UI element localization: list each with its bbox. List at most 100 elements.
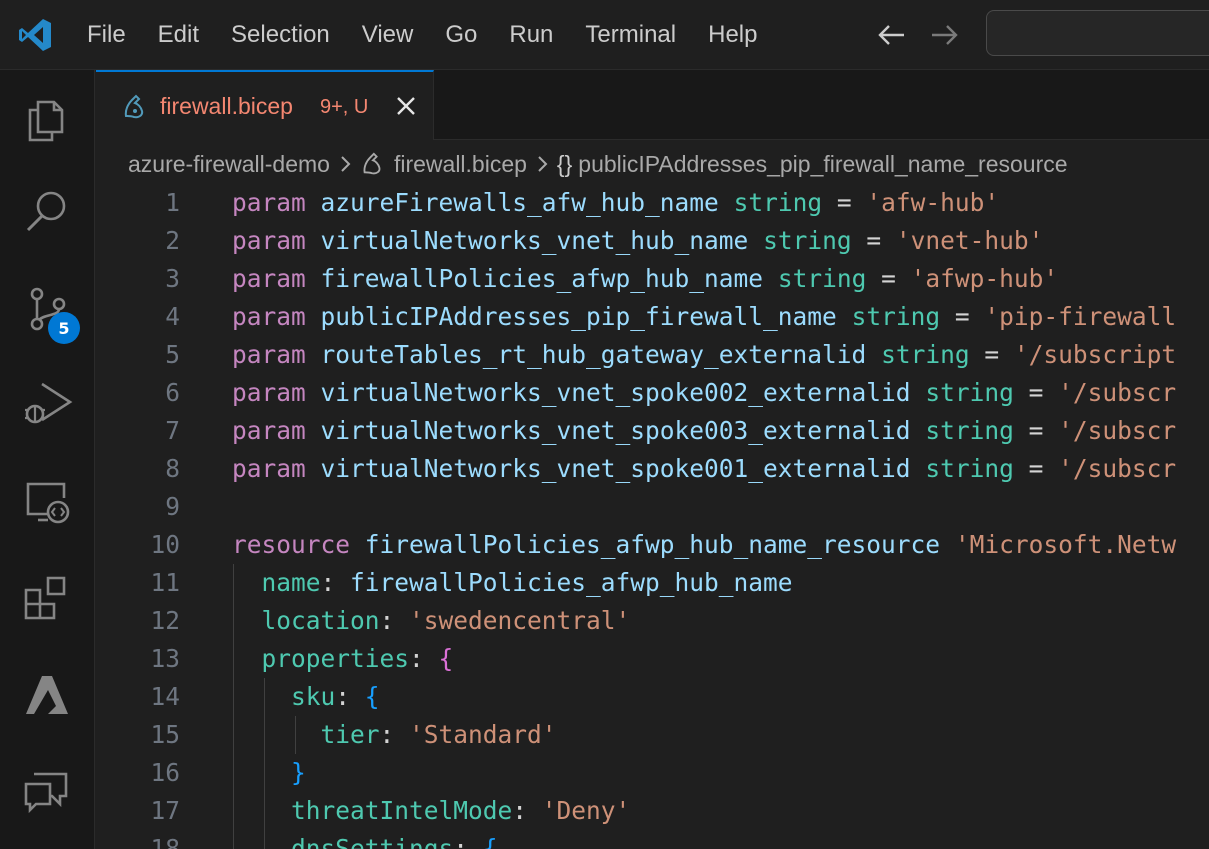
menu-help[interactable]: Help (692, 21, 773, 49)
files-icon[interactable] (20, 92, 74, 146)
code-token: : (320, 568, 351, 597)
code-line[interactable]: 3 param firewallPolicies_afwp_hub_name st… (96, 260, 1209, 298)
code-editor[interactable]: 1 param azureFirewalls_afw_hub_name strin… (96, 184, 1209, 849)
code-line[interactable]: 15 tier: 'Standard' (96, 716, 1209, 754)
code-token: virtualNetworks_vnet_spoke002_externalid (320, 378, 911, 407)
menu-view[interactable]: View (346, 21, 430, 49)
line-number: 9 (165, 492, 180, 521)
code-line[interactable]: 2 param virtualNetworks_vnet_hub_name str… (96, 222, 1209, 260)
breadcrumb-file[interactable]: firewall.bicep (394, 151, 527, 178)
command-center[interactable] (986, 10, 1209, 56)
line-number: 1 (165, 188, 180, 217)
code-text: param publicIPAddresses_pip_firewall_nam… (232, 298, 1176, 336)
code-token: { (364, 682, 380, 711)
code-line[interactable]: 6 param virtualNetworks_vnet_spoke002_ext… (96, 374, 1209, 412)
remote-explorer-icon[interactable] (20, 474, 74, 528)
menu-file[interactable]: File (71, 21, 142, 49)
code-line[interactable]: 11 name: firewallPolicies_afwp_hub_name (96, 564, 1209, 602)
bicep-file-icon (124, 94, 144, 119)
breadcrumb-folder[interactable]: azure-firewall-demo (128, 151, 330, 178)
code-line[interactable]: 9 (96, 488, 1209, 526)
line-number: 12 (150, 606, 180, 635)
code-token: = (866, 264, 911, 293)
code-token: param (232, 340, 306, 369)
code-token: azureFirewalls_afw_hub_name (320, 188, 719, 217)
code-token: firewallPolicies_afwp_hub_name (350, 568, 793, 597)
code-token: 'afw-hub' (866, 188, 1000, 217)
line-number: 11 (150, 568, 180, 597)
menu-selection[interactable]: Selection (215, 21, 346, 49)
azure-icon[interactable] (20, 668, 74, 722)
code-text: param firewallPolicies_afwp_hub_name str… (232, 260, 1058, 298)
line-number: 6 (165, 378, 180, 407)
code-token: string (733, 188, 823, 217)
code-line[interactable]: 1 param azureFirewalls_afw_hub_name strin… (96, 184, 1209, 222)
code-text: tier: 'Standard' (232, 716, 557, 754)
code-line[interactable]: 17 threatIntelMode: 'Deny' (96, 792, 1209, 830)
code-token: 'swedencentral' (409, 606, 631, 635)
chat-icon[interactable] (20, 764, 74, 818)
code-text: param routeTables_rt_hub_gateway_externa… (232, 336, 1176, 374)
code-token: param (232, 454, 306, 483)
code-line[interactable]: 14 sku: { (96, 678, 1209, 716)
code-token: virtualNetworks_vnet_spoke003_externalid (320, 416, 911, 445)
code-token: = (1013, 416, 1059, 445)
line-number: 7 (165, 416, 180, 445)
code-line[interactable]: 13 properties: { (96, 640, 1209, 678)
menu-go[interactable]: Go (429, 21, 493, 49)
code-token: properties (261, 644, 410, 673)
code-token: : (409, 644, 439, 673)
code-token: routeTables_rt_hub_gateway_externalid (320, 340, 867, 369)
arrow-right-icon[interactable] (926, 20, 962, 50)
code-line[interactable]: 5 param routeTables_rt_hub_gateway_extern… (96, 336, 1209, 374)
scm-badge: 5 (48, 312, 80, 344)
vscode-logo-icon[interactable] (16, 16, 54, 54)
line-number: 17 (150, 796, 180, 825)
extensions-icon[interactable] (20, 570, 74, 624)
line-number: 13 (150, 644, 180, 673)
run-debug-icon[interactable] (20, 376, 74, 430)
code-line[interactable]: 8 param virtualNetworks_vnet_spoke001_ext… (96, 450, 1209, 488)
code-token: string (763, 226, 852, 255)
code-token: name (261, 568, 321, 597)
code-token: string (881, 340, 970, 369)
chevron-right-icon (341, 156, 351, 172)
code-text: threatIntelMode: 'Deny' (232, 792, 630, 830)
code-token: param (232, 264, 306, 293)
menu-terminal[interactable]: Terminal (569, 21, 692, 49)
code-line[interactable]: 4 param publicIPAddresses_pip_firewall_na… (96, 298, 1209, 336)
code-token: } (291, 758, 306, 787)
search-icon[interactable] (20, 184, 74, 238)
line-number: 15 (150, 720, 180, 749)
code-line[interactable]: 18 dnsSettings: { (96, 830, 1209, 849)
line-number: 14 (150, 682, 180, 711)
code-line[interactable]: 12 location: 'swedencentral' (96, 602, 1209, 640)
code-text: location: 'swedencentral' (232, 602, 631, 640)
arrow-left-icon[interactable] (874, 20, 910, 50)
tab-firewall-bicep[interactable]: firewall.bicep 9+, U (96, 70, 434, 140)
code-line[interactable]: 7 param virtualNetworks_vnet_spoke003_ext… (96, 412, 1209, 450)
code-token: string (851, 302, 941, 331)
breadcrumb-symbol[interactable]: publicIPAddresses_pip_firewall_name_reso… (578, 151, 1067, 178)
code-text: resource firewallPolicies_afwp_hub_name_… (232, 526, 1176, 564)
code-token: firewallPolicies_afwp_hub_name_resource (364, 530, 941, 559)
line-number: 10 (150, 530, 180, 559)
code-token: '/subscr (1058, 454, 1177, 483)
code-token: = (822, 188, 867, 217)
menu-edit[interactable]: Edit (142, 21, 215, 49)
code-token: = (1013, 378, 1059, 407)
close-icon[interactable] (394, 94, 418, 118)
activity-bar: 5 (0, 70, 95, 849)
menu-run[interactable]: Run (493, 21, 569, 49)
code-line[interactable]: 10 resource firewallPolicies_afwp_hub_nam… (96, 526, 1209, 564)
code-token: 'Standard' (409, 720, 557, 749)
code-token: '/subscript (1013, 340, 1177, 369)
code-line[interactable]: 16 } (96, 754, 1209, 792)
